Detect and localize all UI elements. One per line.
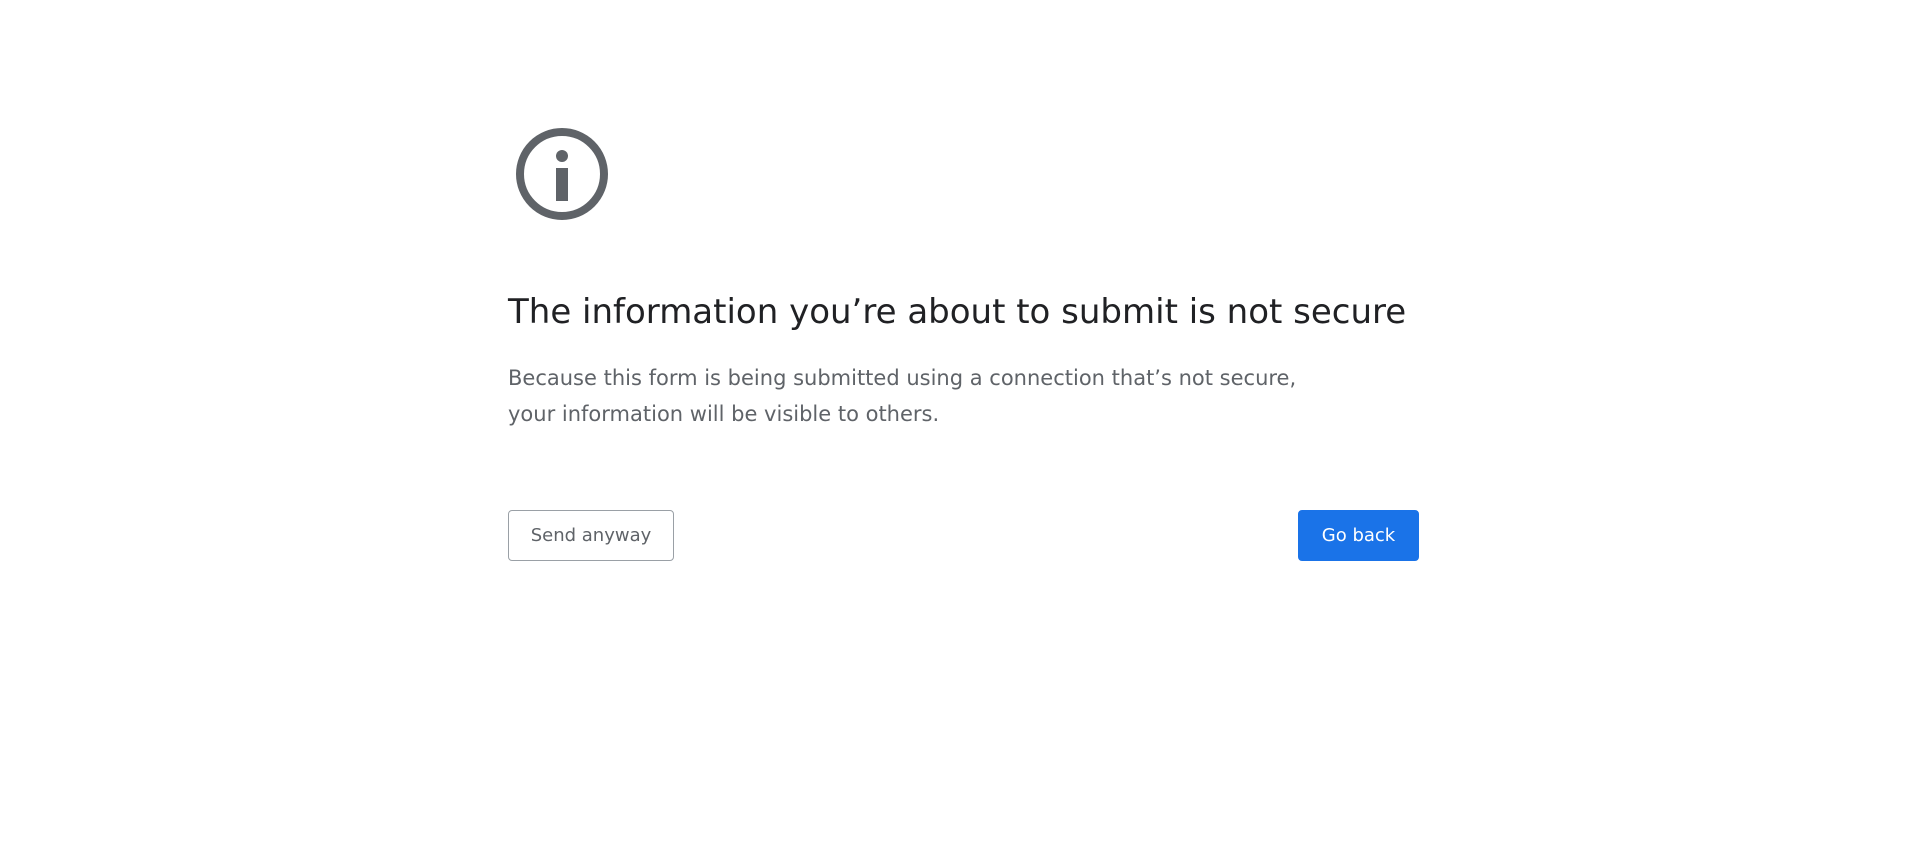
info-circle-icon [514,126,610,222]
warning-message: Because this form is being submitted usi… [508,366,1297,426]
go-back-button[interactable]: Go back [1298,510,1419,561]
interstitial-container: The information you’re about to submit i… [508,0,1419,849]
page-title: The information you’re about to submit i… [508,292,1407,332]
send-anyway-button[interactable]: Send anyway [508,510,674,561]
